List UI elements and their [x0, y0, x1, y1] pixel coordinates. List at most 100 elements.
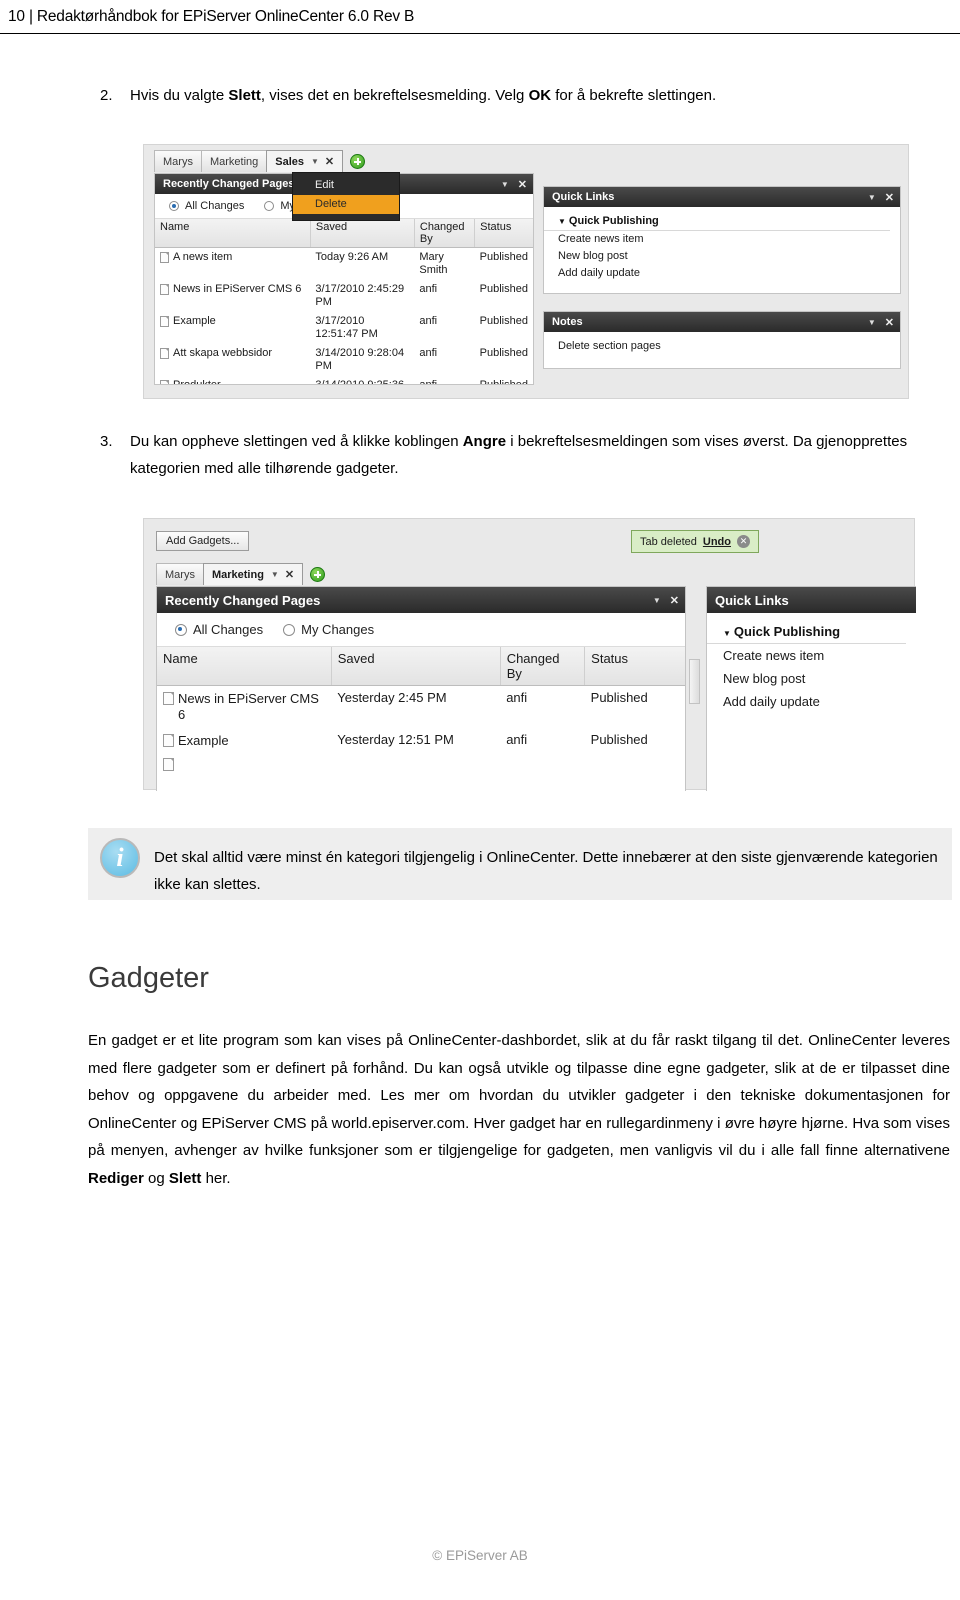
cell-changed-by: anfi — [506, 690, 528, 705]
page-icon — [160, 316, 169, 327]
step-text-before: Du kan oppheve slettingen ved å klikke k… — [130, 433, 463, 450]
undo-link[interactable]: Undo — [703, 536, 731, 548]
cell-saved: 3/17/2010 12:51:47 PM — [315, 315, 378, 340]
table-row[interactable]: Produkter 3/14/2010 9:25:36 PM anfi Publ… — [155, 376, 533, 384]
notification-message: Tab deleted — [640, 535, 697, 548]
close-icon[interactable]: ✕ — [885, 191, 894, 204]
chevron-down-icon[interactable]: ▼ — [653, 596, 661, 605]
step-number: 3. — [100, 433, 113, 450]
step-text-before: Hvis du valgte — [130, 87, 229, 104]
gadget-notes: Notes ▼ ✕ Delete section pages — [543, 311, 901, 369]
column-header-saved[interactable]: Saved — [310, 219, 415, 248]
table-row[interactable] — [157, 754, 685, 774]
scrollbar-thumb[interactable] — [689, 659, 700, 704]
tab-marys[interactable]: Marys — [154, 150, 202, 172]
quick-links-section-header[interactable]: ▼ Quick Publishing — [707, 613, 906, 644]
cell-name: News in EPiServer CMS 6 — [155, 280, 310, 312]
step-bold-ok: OK — [528, 87, 552, 104]
cell-saved: Yesterday 12:51 PM — [337, 732, 454, 747]
close-circle-icon[interactable]: ✕ — [737, 535, 750, 548]
radio-label-all-changes: All Changes — [185, 200, 245, 212]
cell-status: Published — [590, 690, 648, 705]
cell-saved: Today 9:26 AM — [315, 251, 389, 263]
chevron-down-icon[interactable]: ▼ — [311, 157, 319, 166]
cell-saved: Yesterday 2:45 PM — [337, 690, 447, 705]
chevron-down-icon[interactable]: ▼ — [501, 180, 509, 189]
tab-marketing[interactable]: Marketing ▼ ✕ — [202, 563, 304, 585]
close-icon[interactable]: ✕ — [885, 316, 894, 329]
close-icon[interactable]: ✕ — [285, 568, 294, 581]
paragraph-text-part1: En gadget er et lite program som kan vis… — [88, 1032, 950, 1159]
cell-name: Produkter — [155, 376, 310, 384]
table-row[interactable]: News in EPiServer CMS 6 3/17/2010 2:45:2… — [155, 280, 533, 312]
add-gadgets-button[interactable]: Add Gadgets... — [156, 531, 250, 551]
quick-link-add-daily-update[interactable]: Add daily update — [707, 690, 916, 713]
radio-all-changes[interactable] — [169, 201, 179, 211]
page-name: A news item — [173, 251, 233, 263]
column-header-name[interactable]: Name — [155, 219, 311, 248]
tab-marketing[interactable]: Marketing — [200, 150, 268, 172]
table-row[interactable]: News in EPiServer CMS 6 Yesterday 2:45 P… — [157, 686, 685, 729]
quick-link-add-daily-update[interactable]: Add daily update — [544, 265, 900, 282]
quick-link-new-blog-post[interactable]: New blog post — [707, 667, 916, 690]
context-menu-item-edit[interactable]: Edit — [293, 176, 399, 195]
quick-link-create-news-item[interactable]: Create news item — [544, 231, 900, 248]
radio-all-changes[interactable] — [175, 623, 187, 636]
tab-sales[interactable]: Sales ▼ ✕ — [266, 150, 344, 172]
tab-label: Marketing — [211, 568, 264, 581]
cell-status: Published — [479, 315, 528, 327]
tab-label: Marketing — [209, 155, 259, 168]
context-menu-item-delete[interactable]: Delete — [293, 195, 399, 214]
close-icon[interactable]: ✕ — [518, 178, 527, 191]
chevron-down-icon[interactable]: ▼ — [868, 318, 876, 327]
gadget-header: Quick Links — [707, 587, 916, 613]
gadget-body: Delete section pages — [544, 332, 900, 352]
cell-status: Published — [479, 283, 528, 295]
table-row[interactable]: A news item Today 9:26 AM Mary Smith Pub… — [155, 248, 533, 281]
radio-my-changes[interactable] — [283, 623, 296, 636]
tab-marys[interactable]: Marys — [156, 563, 204, 585]
paragraph-text-part3: her. — [201, 1169, 231, 1187]
quick-link-create-news-item[interactable]: Create news item — [707, 644, 916, 667]
table-row[interactable]: Att skapa webbsidor 3/14/2010 9:28:04 PM… — [155, 344, 533, 376]
gadget-body: ▼ Quick Publishing Create news item New b… — [544, 207, 900, 282]
cell-changed-by: anfi — [506, 732, 528, 747]
column-header-changed-by[interactable]: Changed By — [500, 647, 586, 686]
paragraph-bold-rediger: Rediger — [88, 1169, 144, 1187]
cell-name: News in EPiServer CMS 6 — [157, 686, 331, 729]
section-heading-gadgeter: Gadgeter — [88, 962, 209, 994]
cell-status: Published — [479, 251, 528, 263]
page-name: Att skapa webbsidor — [173, 347, 273, 359]
radio-my-changes[interactable] — [264, 201, 275, 211]
cell-changed-by — [500, 754, 584, 774]
quick-link-new-blog-post[interactable]: New blog post — [544, 248, 900, 265]
gadget-quick-links: Quick Links ▼ ✕ ▼ Quick Publishing Create… — [543, 186, 901, 294]
close-icon[interactable]: ✕ — [670, 594, 679, 607]
info-icon: i — [100, 838, 140, 878]
column-header-saved[interactable]: Saved — [331, 647, 501, 686]
plus-circle-icon[interactable] — [350, 154, 366, 169]
column-header-name[interactable]: Name — [157, 647, 332, 686]
cell-name: Example — [155, 312, 310, 344]
dashboard-tabstrip: Marys Marketing Sales ▼ ✕ — [154, 150, 366, 172]
cell-name: Example — [157, 728, 331, 754]
chevron-down-icon[interactable]: ▼ — [271, 570, 279, 579]
triangle-down-icon: ▼ — [558, 217, 566, 226]
page-icon — [160, 348, 169, 359]
cell-name: Att skapa webbsidor — [155, 344, 310, 376]
gadget-header: Notes ▼ ✕ — [544, 312, 900, 332]
plus-circle-icon[interactable] — [310, 567, 326, 582]
chevron-down-icon[interactable]: ▼ — [868, 193, 876, 202]
quick-links-section-header[interactable]: ▼ Quick Publishing — [544, 207, 890, 231]
table-row[interactable]: Example Yesterday 12:51 PM anfi Publishe… — [157, 728, 685, 754]
table-row[interactable]: Example 3/17/2010 12:51:47 PM anfi Publi… — [155, 312, 533, 344]
close-icon[interactable]: ✕ — [325, 155, 334, 168]
radio-label-all-changes: All Changes — [193, 622, 264, 637]
gadget-body: ▼ Quick Publishing Create news item New b… — [707, 613, 916, 713]
column-header-status[interactable]: Status — [474, 219, 533, 248]
table-header-row: Name Saved Changed By Status — [155, 219, 533, 248]
column-header-status[interactable]: Status — [584, 647, 685, 686]
step-number: 2. — [100, 87, 113, 104]
column-header-changed-by[interactable]: Changed By — [414, 219, 476, 248]
tab-label: Marys — [165, 568, 195, 581]
